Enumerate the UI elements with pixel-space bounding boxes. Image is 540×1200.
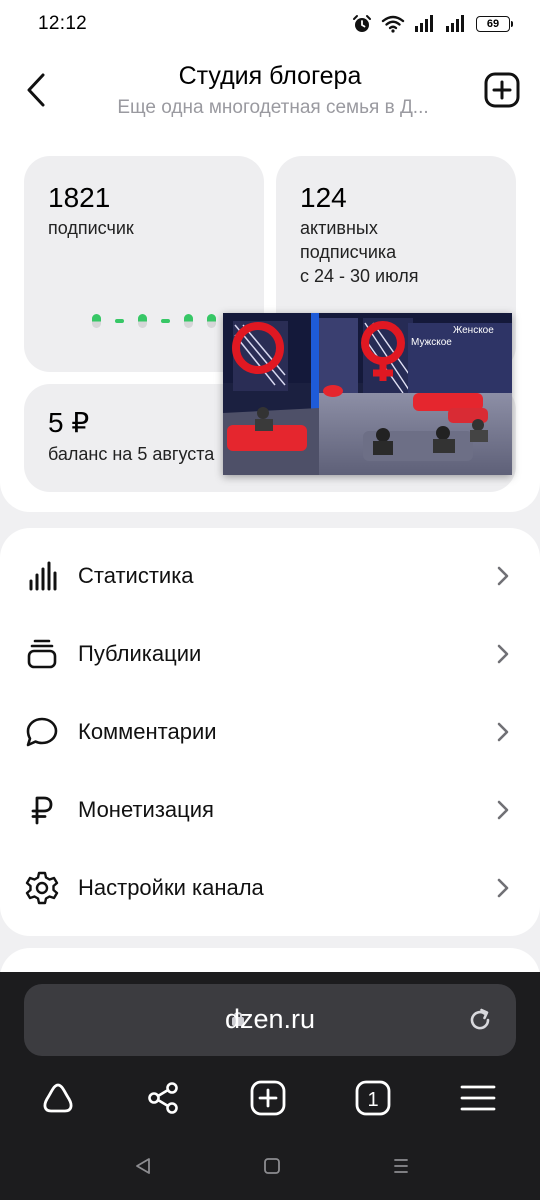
signal-icon <box>415 15 433 32</box>
active-label-line: активных <box>300 218 378 238</box>
menu-item-channel-settings[interactable]: Настройки канала <box>0 849 540 927</box>
menu-label: Статистика <box>78 563 194 588</box>
ruble-icon <box>24 792 60 828</box>
chevron-right-icon <box>497 644 509 664</box>
page-title: Студия блогера <box>178 62 362 90</box>
chevron-right-icon <box>497 878 509 898</box>
menu-label: Монетизация <box>78 797 214 822</box>
nav-back-button[interactable] <box>131 1156 155 1176</box>
subscribers-sparkline <box>92 314 216 328</box>
studio-menu: Статистика Публикации Комментарии Монети… <box>0 528 540 936</box>
menu-item-statistics[interactable]: Статистика <box>0 537 540 615</box>
nav-recents-icon <box>394 1159 408 1173</box>
sparkline-dash <box>161 319 170 323</box>
active-label-line: подписчика <box>300 242 397 262</box>
sparkline-dash <box>115 319 124 323</box>
active-count: 124 <box>300 182 347 213</box>
browser-menu-button[interactable] <box>458 1076 498 1120</box>
nav-back-icon <box>136 1158 150 1174</box>
header: Студия блогера Еще одна многодетная семь… <box>0 48 540 140</box>
status-icons: 69 <box>352 13 513 35</box>
active-label: активных подписчика с 24 - 30 июля <box>300 216 418 288</box>
signal-icon <box>446 15 464 32</box>
browser-toolbar: dzen.ru 1 <box>0 972 540 1200</box>
wifi-icon <box>381 15 405 33</box>
status-time: 12:12 <box>38 13 88 34</box>
browser-nav: 1 <box>0 1076 540 1124</box>
back-button[interactable] <box>18 68 54 112</box>
nav-home-icon <box>264 1158 280 1174</box>
comment-bubble-icon <box>24 714 60 750</box>
alarm-icon <box>353 15 371 32</box>
tab-count: 1 <box>367 1089 378 1111</box>
menu-label: Публикации <box>78 641 202 666</box>
nav-recents-button[interactable] <box>389 1156 413 1176</box>
share-icon <box>148 1082 178 1114</box>
chevron-right-icon <box>497 722 509 742</box>
new-tab-button[interactable] <box>248 1076 288 1120</box>
tabs-button[interactable]: 1 <box>353 1076 393 1120</box>
menu-label: Комментарии <box>78 719 217 744</box>
chevron-right-icon <box>497 566 509 586</box>
sparkline-dot <box>184 314 193 328</box>
video-overlay[interactable]: Мужское Женское <box>223 313 512 475</box>
page-subtitle: Еще одна многодетная семья в Д... <box>117 97 429 118</box>
menu-item-comments[interactable]: Комментарии <box>0 693 540 771</box>
address-bar[interactable]: dzen.ru <box>24 984 516 1056</box>
url-text: dzen.ru <box>224 1004 316 1034</box>
system-nav-bar <box>0 1148 540 1184</box>
menu-label: Настройки канала <box>78 875 264 900</box>
menu-item-publications[interactable]: Публикации <box>0 615 540 693</box>
nav-home-button[interactable] <box>260 1156 284 1176</box>
svg-text:Мужское: Мужское <box>411 337 452 348</box>
menu-item-monetization[interactable]: Монетизация <box>0 771 540 849</box>
tabs-icon: 1 <box>355 1080 391 1116</box>
svg-text:Женское: Женское <box>453 325 494 336</box>
menu-icon <box>460 1085 496 1111</box>
new-tab-icon <box>250 1080 286 1116</box>
back-arrow-icon <box>27 73 45 107</box>
reload-icon[interactable] <box>466 1006 494 1034</box>
share-button[interactable] <box>143 1076 183 1120</box>
balance-amount: 5 ₽ <box>48 407 90 438</box>
dzen-home-icon <box>43 1083 73 1113</box>
sparkline-dot <box>138 314 147 328</box>
add-publication-button[interactable] <box>484 72 520 108</box>
sparkline-dot <box>207 314 216 328</box>
add-square-icon <box>484 72 520 108</box>
dzen-home-button[interactable] <box>38 1076 78 1120</box>
battery-icon: 69 <box>476 16 513 32</box>
sparkline-dot <box>92 314 101 328</box>
balance-label: баланс на 5 августа <box>48 444 215 464</box>
tv-studio-thumbnail: Мужское Женское <box>223 313 512 475</box>
status-bar: 12:12 69 <box>0 0 540 48</box>
bar-chart-icon <box>24 558 60 594</box>
chevron-right-icon <box>497 800 509 820</box>
publications-stack-icon <box>24 636 60 672</box>
settings-gear-icon <box>24 870 60 906</box>
subscribers-label: подписчик <box>48 218 134 238</box>
active-period: с 24 - 30 июля <box>300 266 419 286</box>
subscribers-count: 1821 <box>48 182 111 213</box>
